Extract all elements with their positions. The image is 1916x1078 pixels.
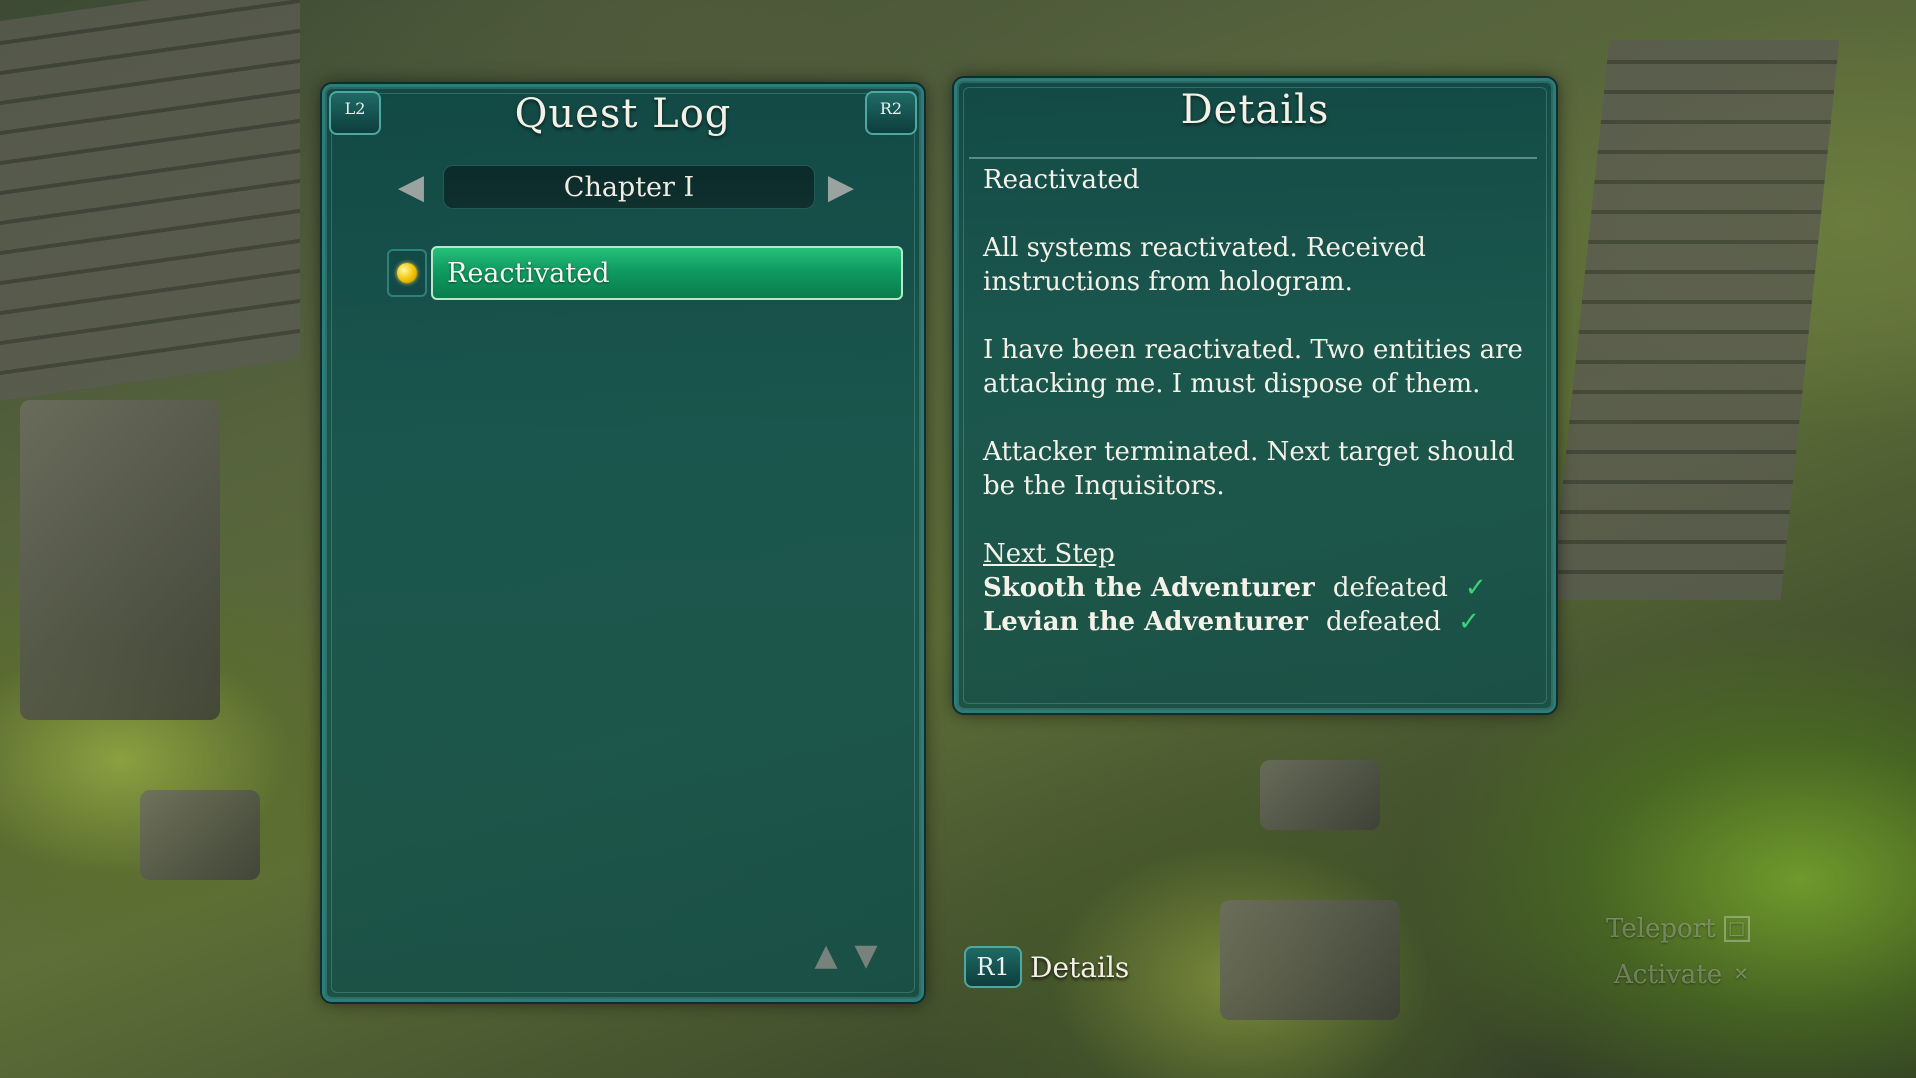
ruin-wall [1550,40,1840,600]
quest-marker [387,249,427,297]
chapter-selector[interactable]: Chapter I [443,165,815,209]
teleport-label: Teleport [1606,914,1716,944]
square-button-icon: □ [1723,916,1750,942]
details-title: Details [1180,87,1330,133]
teleport-hint: Teleport □ [1606,914,1750,944]
rock [1220,900,1400,1020]
objective-status: defeated [1325,607,1442,637]
arrow-right-icon[interactable]: ▶ [821,169,861,205]
objective-status: defeated [1332,573,1448,603]
arrow-left-icon[interactable]: ◀ [391,169,431,205]
details-quest-name: Reactivated [983,165,1140,195]
quest-dot-icon [397,263,417,283]
rock [140,790,260,880]
quest-log-title: Quest Log [514,91,732,137]
details-hint-label: Details [1030,950,1130,984]
arrow-down-icon[interactable]: ▼ [849,937,883,973]
check-icon: ✓ [1464,573,1487,603]
details-content: Reactivated All systems reactivated. Rec… [969,157,1537,694]
chapter-label: Chapter I [563,171,695,203]
objective-item: Levian the Adventurer defeated ✓ [983,605,1537,639]
next-step-title: Next Step [983,539,1115,569]
details-paragraph: All systems reactivated. Received instru… [983,233,1426,297]
objective-item: Skooth the Adventurer defeated ✓ [983,571,1537,605]
details-paragraph: I have been reactivated. Two entities ar… [983,335,1523,399]
activate-hint: Activate ✕ [1614,960,1752,990]
check-icon: ✓ [1458,607,1480,637]
quest-log-panel: L2 R2 Quest Log ◀ Chapter I ▶ Reactivate… [322,84,924,1002]
arrow-up-icon[interactable]: ▲ [809,937,843,973]
objective-name: Levian the Adventurer [983,607,1308,637]
quest-item-label: Reactivated [431,246,903,300]
details-panel: Details Reactivated All systems reactiva… [954,78,1556,713]
quest-list-item[interactable]: Reactivated [387,245,903,301]
cross-button-icon: ✕ [1733,964,1749,985]
details-paragraph: Attacker terminated. Next target should … [983,437,1515,501]
ruin-wall [0,0,300,402]
activate-label: Activate [1614,960,1723,990]
r1-button[interactable]: R1 [964,946,1022,988]
objective-name: Skooth the Adventurer [983,573,1315,603]
rock [1260,760,1380,830]
rock [20,400,220,720]
details-hint[interactable]: R1 Details [964,946,1129,988]
